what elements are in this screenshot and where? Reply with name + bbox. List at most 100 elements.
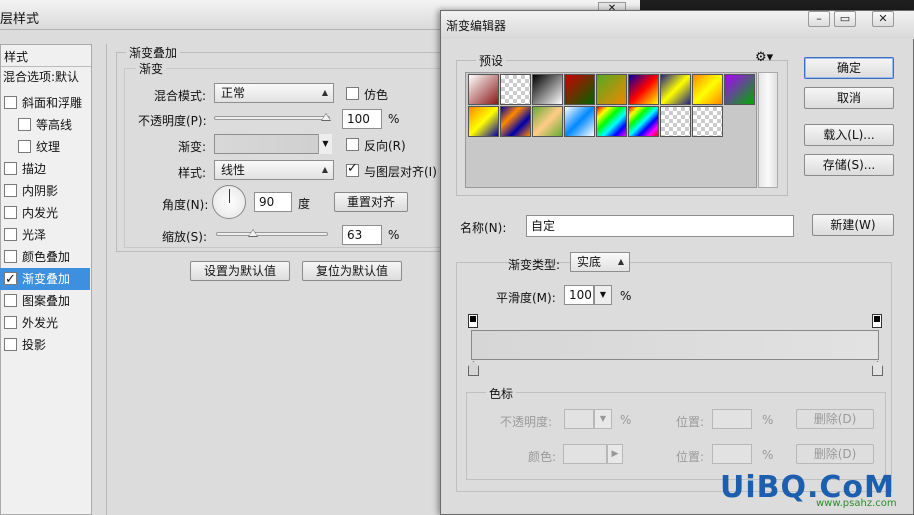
preset-swatch[interactable] xyxy=(468,74,499,105)
opacity-location-input[interactable] xyxy=(712,409,752,429)
close-button[interactable]: ✕ xyxy=(872,11,894,27)
sidebar-item-checkbox[interactable] xyxy=(4,184,17,197)
sidebar-item-checkbox[interactable] xyxy=(4,162,17,175)
sidebar-header: 样式 xyxy=(4,50,29,64)
cancel-button[interactable]: 取消 xyxy=(804,87,894,109)
dither-checkbox[interactable] xyxy=(346,87,359,100)
sidebar-item-label: 等高线 xyxy=(36,118,73,132)
opacity-stop-fill xyxy=(874,316,880,322)
sidebar-item-blend-options[interactable]: 混合选项:默认 xyxy=(0,66,90,88)
preset-swatch[interactable] xyxy=(596,74,627,105)
preset-swatch[interactable] xyxy=(596,106,627,137)
sidebar-item[interactable]: 颜色叠加 xyxy=(0,246,90,268)
preset-swatch[interactable] xyxy=(468,106,499,137)
stops-group-title: 色标 xyxy=(486,385,517,402)
sidebar-item[interactable]: 内阴影 xyxy=(0,180,90,202)
opacity-slider-thumb[interactable] xyxy=(321,113,331,121)
style-select[interactable]: 线性 ▲ xyxy=(214,160,334,180)
opacity-stop-right[interactable] xyxy=(872,314,882,328)
chevron-updown-icon: ▲ xyxy=(321,165,328,174)
blend-mode-select[interactable]: 正常 ▲ xyxy=(214,83,334,103)
sidebar-item-checkbox[interactable] xyxy=(18,118,31,131)
preset-swatch[interactable] xyxy=(692,106,723,137)
stop-color-menu-button[interactable]: ▶ xyxy=(607,444,623,464)
preset-swatch[interactable] xyxy=(660,106,691,137)
opacity-unit: % xyxy=(388,112,400,126)
color-location-label: 位置: xyxy=(676,450,705,464)
scale-slider[interactable] xyxy=(216,232,328,236)
sidebar-item-checkbox[interactable] xyxy=(4,269,17,291)
gradient-preview-bar[interactable] xyxy=(471,330,879,360)
stop-opacity-dropdown[interactable]: ▼ xyxy=(594,409,612,429)
scale-input[interactable]: 63 xyxy=(342,225,382,245)
minimize-button[interactable]: – xyxy=(808,11,830,27)
sidebar-item-label: 渐变叠加 xyxy=(22,272,71,286)
sidebar-item[interactable]: 光泽 xyxy=(0,224,90,246)
gradient-type-select[interactable]: 实底 ▲ xyxy=(570,252,630,272)
preset-swatch[interactable] xyxy=(532,106,563,137)
save-button[interactable]: 存储(S)... xyxy=(804,154,894,176)
presets-gear-icon[interactable]: ⚙▾ xyxy=(755,50,773,65)
opacity-slider[interactable] xyxy=(214,116,330,120)
smoothness-input[interactable]: 100 xyxy=(564,285,594,305)
preset-swatch[interactable] xyxy=(628,106,659,137)
preset-swatch[interactable] xyxy=(500,106,531,137)
name-input[interactable]: 自定 xyxy=(526,215,794,237)
delete-color-stop-button[interactable]: 删除(D) xyxy=(796,444,874,464)
preset-swatch[interactable] xyxy=(564,106,595,137)
ok-button[interactable]: 确定 xyxy=(804,57,894,79)
gradient-picker[interactable] xyxy=(214,134,332,154)
gradient-dropdown-button[interactable]: ▼ xyxy=(318,134,332,154)
reset-default-button[interactable]: 复位为默认值 xyxy=(302,261,402,281)
sidebar-item[interactable]: 投影 xyxy=(0,334,90,356)
preset-swatch[interactable] xyxy=(532,74,563,105)
angle-dial[interactable] xyxy=(212,185,246,219)
presets-scrollbar[interactable] xyxy=(758,72,778,188)
angle-input[interactable]: 90 xyxy=(254,192,292,212)
scale-slider-thumb[interactable] xyxy=(248,229,258,237)
sidebar-item-checkbox[interactable] xyxy=(4,338,17,351)
preset-swatch[interactable] xyxy=(564,74,595,105)
chevron-updown-icon: ▲ xyxy=(321,88,328,97)
sidebar-item-checkbox[interactable] xyxy=(4,294,17,307)
sidebar-item[interactable]: 描边 xyxy=(0,158,90,180)
sidebar-item[interactable]: 内发光 xyxy=(0,202,90,224)
preset-swatch[interactable] xyxy=(660,74,691,105)
gradient-label: 渐变: xyxy=(178,140,207,154)
sidebar-item[interactable]: 外发光 xyxy=(0,312,90,334)
preset-swatch[interactable] xyxy=(724,74,755,105)
preset-swatch[interactable] xyxy=(500,74,531,105)
smoothness-dropdown-button[interactable]: ▼ xyxy=(594,285,612,305)
sidebar-item-label: 混合选项:默认 xyxy=(3,70,80,84)
sidebar-item-checkbox[interactable] xyxy=(18,140,31,153)
stop-opacity-input[interactable] xyxy=(564,409,594,429)
angle-dial-needle xyxy=(229,189,230,203)
delete-opacity-stop-button[interactable]: 删除(D) xyxy=(796,409,874,429)
sidebar-item[interactable]: 斜面和浮雕 xyxy=(0,92,90,114)
style-label: 样式: xyxy=(178,166,207,180)
sidebar-item[interactable]: 等高线 xyxy=(0,114,90,136)
sidebar-item[interactable]: 图案叠加 xyxy=(0,290,90,312)
preset-swatch[interactable] xyxy=(628,74,659,105)
reset-alignment-button[interactable]: 重置对齐 xyxy=(334,192,408,212)
stop-color-swatch[interactable] xyxy=(563,444,607,464)
sidebar-item-checkbox[interactable] xyxy=(4,250,17,263)
opacity-input[interactable]: 100 xyxy=(342,109,382,129)
sidebar-item-checkbox[interactable] xyxy=(4,228,17,241)
load-button[interactable]: 载入(L)... xyxy=(804,124,894,146)
sidebar-item[interactable]: 渐变叠加 xyxy=(0,268,90,291)
preset-swatch[interactable] xyxy=(692,74,723,105)
reverse-checkbox[interactable] xyxy=(346,138,359,151)
opacity-stop-left[interactable] xyxy=(468,314,478,328)
align-with-layer-checkbox[interactable] xyxy=(346,161,359,177)
sidebar-item-label: 内阴影 xyxy=(22,184,59,198)
sidebar-item-checkbox[interactable] xyxy=(4,206,17,219)
group-title: 渐变 xyxy=(136,60,167,77)
new-button[interactable]: 新建(W) xyxy=(812,214,894,236)
maximize-button[interactable]: ▭ xyxy=(834,11,856,27)
color-location-input[interactable] xyxy=(712,444,752,464)
set-default-button[interactable]: 设置为默认值 xyxy=(190,261,290,281)
sidebar-item-checkbox[interactable] xyxy=(4,316,17,329)
sidebar-item[interactable]: 纹理 xyxy=(0,136,90,158)
sidebar-item-checkbox[interactable] xyxy=(4,96,17,109)
